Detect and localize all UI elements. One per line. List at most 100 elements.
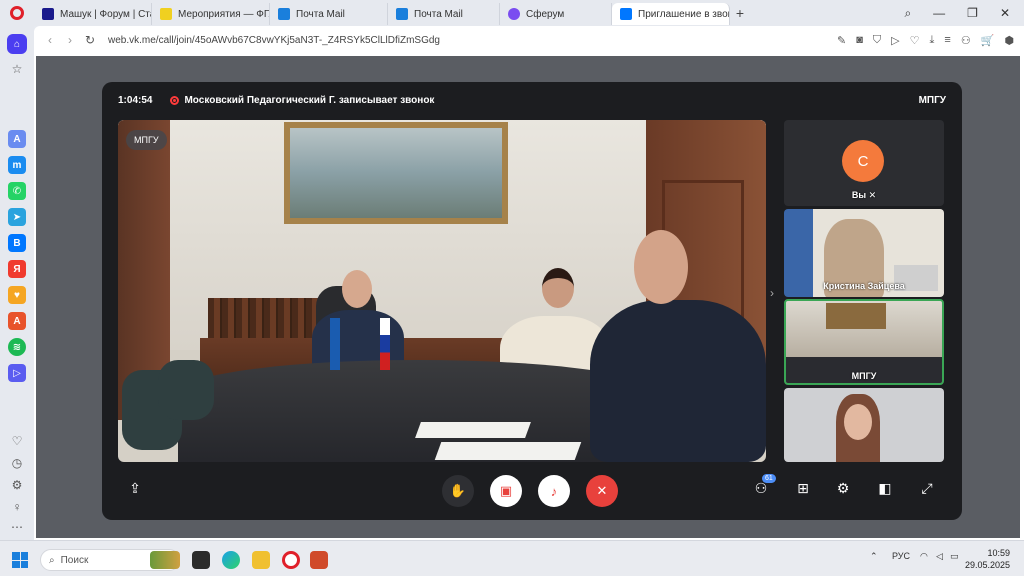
participant-tile-self[interactable]: С Вы ✕	[784, 120, 944, 206]
search-tabs-icon[interactable]: ⌕	[904, 6, 911, 21]
camera-icon[interactable]: ◙	[856, 34, 863, 47]
call-window: 1:04:54 Московский Педагогический Г. зап…	[102, 82, 962, 520]
music-icon[interactable]: ▷	[8, 364, 26, 382]
edge-icon[interactable]	[222, 551, 240, 569]
close-window-icon[interactable]: ✕	[1000, 6, 1010, 20]
mail-favicon-icon	[396, 8, 408, 20]
vk-icon[interactable]: В	[8, 234, 26, 252]
mail-favicon-icon	[278, 8, 290, 20]
main-video[interactable]: МПГУ	[118, 120, 766, 462]
tips-icon[interactable]: ♀	[9, 500, 25, 516]
taskbar-clock[interactable]: 10:59 29.05.2025	[965, 547, 1010, 571]
volume-icon[interactable]: ◁	[936, 551, 943, 562]
participant-tile[interactable]: Кристина Зайцева	[784, 209, 944, 297]
mashuk-favicon-icon	[42, 8, 54, 20]
participant-name: Вы ✕	[851, 190, 877, 200]
tab-call-invite[interactable]: Приглашение в звонк ✕	[612, 3, 730, 25]
participant-video	[826, 303, 886, 329]
messenger-icon[interactable]: m	[8, 156, 26, 174]
video-person-man	[590, 300, 766, 462]
back-icon[interactable]: ‹	[40, 33, 60, 47]
tab-mail-1[interactable]: Почта Mail	[270, 3, 388, 25]
extensions-icon[interactable]: ⬢	[1004, 34, 1014, 47]
end-call-button[interactable]: ✕	[586, 475, 618, 507]
tab-mashuk[interactable]: Машук | Форум | Ставроп	[34, 3, 152, 25]
url-field[interactable]: web.vk.me/call/join/45oAWvb67C8vwYKj5aN3…	[108, 35, 837, 46]
send-icon[interactable]: ▷	[891, 34, 899, 47]
history-icon[interactable]: ◷	[9, 456, 25, 472]
vk-favicon-icon	[620, 8, 632, 20]
camera-off-button[interactable]: ▣	[490, 475, 522, 507]
whatsapp-icon[interactable]: ✆	[8, 182, 26, 200]
participant-count-badge: 61	[762, 474, 776, 483]
language-indicator[interactable]: РУС	[892, 551, 910, 561]
edit-icon[interactable]: ✎	[837, 34, 846, 47]
widgets-icon[interactable]	[150, 551, 180, 569]
favorites-icon[interactable]: ♡	[9, 434, 25, 450]
opera-menu-icon[interactable]	[0, 0, 34, 26]
forward-icon[interactable]: ›	[60, 33, 80, 47]
video-head	[342, 270, 372, 308]
video-paper	[434, 442, 582, 460]
sferum-favicon-icon	[508, 8, 520, 20]
video-flag	[330, 318, 340, 370]
telegram-icon[interactable]: ➤	[8, 208, 26, 226]
call-settings-icon[interactable]: ⚙	[832, 480, 854, 502]
participant-video	[844, 404, 872, 440]
tab-mail-2[interactable]: Почта Mail	[388, 3, 500, 25]
call-timer: 1:04:54	[118, 94, 153, 106]
new-tab-icon[interactable]: +	[730, 5, 750, 21]
collapse-panel-icon[interactable]: ›	[770, 286, 774, 300]
fullscreen-icon[interactable]: ⤢	[916, 480, 938, 502]
powerpoint-icon[interactable]	[310, 551, 328, 569]
video-flag	[380, 318, 390, 370]
video-chair	[158, 360, 214, 420]
shield-icon[interactable]: ⛉	[873, 34, 881, 47]
player-icon[interactable]: A	[8, 312, 26, 330]
search-icon: ⌕	[49, 554, 55, 566]
pinboards-icon[interactable]: ☆	[9, 62, 25, 78]
cart-icon[interactable]: 🛒	[981, 34, 995, 47]
tab-sferum[interactable]: Сферум	[500, 3, 612, 25]
recording-icon	[170, 95, 180, 105]
video-paper	[415, 422, 531, 438]
participant-tile-active[interactable]: МПГУ	[784, 299, 944, 385]
tab-bar: Машук | Форум | Ставроп Мероприятия — ФГ…	[0, 0, 1024, 26]
home-icon[interactable]: ⌂	[7, 34, 27, 54]
downloads-icon[interactable]: ⤓	[930, 34, 935, 47]
heart-icon[interactable]: ♡	[910, 34, 920, 47]
reload-icon[interactable]: ↻	[80, 33, 100, 47]
video-head	[634, 230, 688, 304]
call-header: 1:04:54 Московский Педагогический Г. зап…	[102, 82, 962, 118]
task-view-icon[interactable]	[192, 551, 210, 569]
explorer-icon[interactable]	[252, 551, 270, 569]
tray-expand-icon[interactable]: ⌃	[870, 551, 878, 562]
grid-view-icon[interactable]: ⊞	[792, 480, 814, 502]
share-screen-icon[interactable]: ⇪	[124, 480, 146, 502]
windows-taskbar: ⌕ Поиск ⌃ РУС ◠ ◁ ▭ 10:59 29.05.2025	[0, 540, 1024, 576]
settings-icon[interactable]: ⚙	[9, 478, 25, 494]
yandex-icon[interactable]: Я	[8, 260, 26, 278]
restore-icon[interactable]: ❐	[967, 6, 978, 20]
wifi-icon[interactable]: ◠	[920, 551, 928, 562]
minimize-icon[interactable]: —	[933, 6, 945, 20]
video-bookshelf	[208, 298, 318, 340]
tab-events[interactable]: Мероприятия — ФГАИС	[152, 3, 270, 25]
events-favicon-icon	[160, 8, 172, 20]
aria-icon[interactable]: A	[8, 130, 26, 148]
menu-icon[interactable]: ≡	[944, 34, 950, 47]
participant-tile[interactable]	[784, 388, 944, 462]
recording-status: Московский Педагогический Г. записывает …	[184, 94, 435, 106]
spotify-icon[interactable]: ≋	[8, 338, 26, 356]
call-backdrop: 1:04:54 Московский Педагогический Г. зап…	[36, 56, 1020, 538]
profile-icon[interactable]: ⚇	[961, 34, 971, 47]
opera-taskbar-icon[interactable]	[282, 551, 300, 569]
mic-off-button[interactable]: ♪	[538, 475, 570, 507]
battery-icon[interactable]: ▭	[950, 551, 959, 562]
raise-hand-button[interactable]: ✋	[442, 475, 474, 507]
pocket-icon[interactable]: ♥	[8, 286, 26, 304]
layout-icon[interactable]: ◧	[874, 480, 896, 502]
start-icon[interactable]	[12, 552, 28, 568]
participants-button[interactable]: ⚇ 61	[750, 474, 776, 502]
more-icon[interactable]: ⋯	[9, 520, 25, 536]
